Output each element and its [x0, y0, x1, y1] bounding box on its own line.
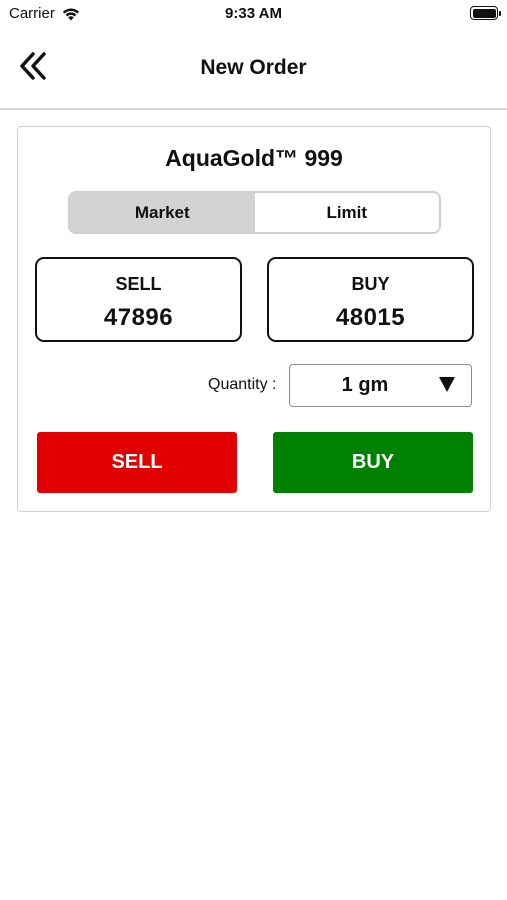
tab-limit[interactable]: Limit [254, 193, 439, 232]
product-title: AquaGold™ 999 [165, 145, 343, 171]
buy-button[interactable]: BUY [273, 432, 473, 493]
tab-market[interactable]: Market [70, 193, 255, 232]
quantity-label: Quantity : [208, 376, 277, 393]
dropdown-arrow-icon [439, 377, 455, 392]
buy-price-box: BUY 48015 [267, 257, 474, 342]
buy-price-label: BUY [351, 274, 390, 294]
quantity-value: 1 gm [341, 374, 389, 396]
sell-price-label: SELL [115, 274, 162, 294]
quantity-dropdown[interactable]: 1 gm [289, 364, 472, 407]
battery-icon [470, 6, 501, 20]
battery-cap [499, 11, 501, 16]
buy-price-value: 48015 [335, 304, 406, 331]
sell-price-value: 47896 [103, 304, 174, 331]
sell-price-box: SELL 47896 [35, 257, 242, 342]
status-bar: Carrier 9:33 AM [0, 0, 507, 30]
sell-button[interactable]: SELL [37, 432, 237, 493]
status-time: 9:33 AM [225, 5, 282, 22]
navigation-bar: New Order [0, 30, 507, 110]
order-card: AquaGold™ 999 Market Limit SELL 47896 BU… [17, 126, 491, 512]
battery-level [472, 8, 496, 18]
page-title: New Order [200, 56, 307, 79]
order-type-selector: Market Limit [68, 191, 441, 234]
